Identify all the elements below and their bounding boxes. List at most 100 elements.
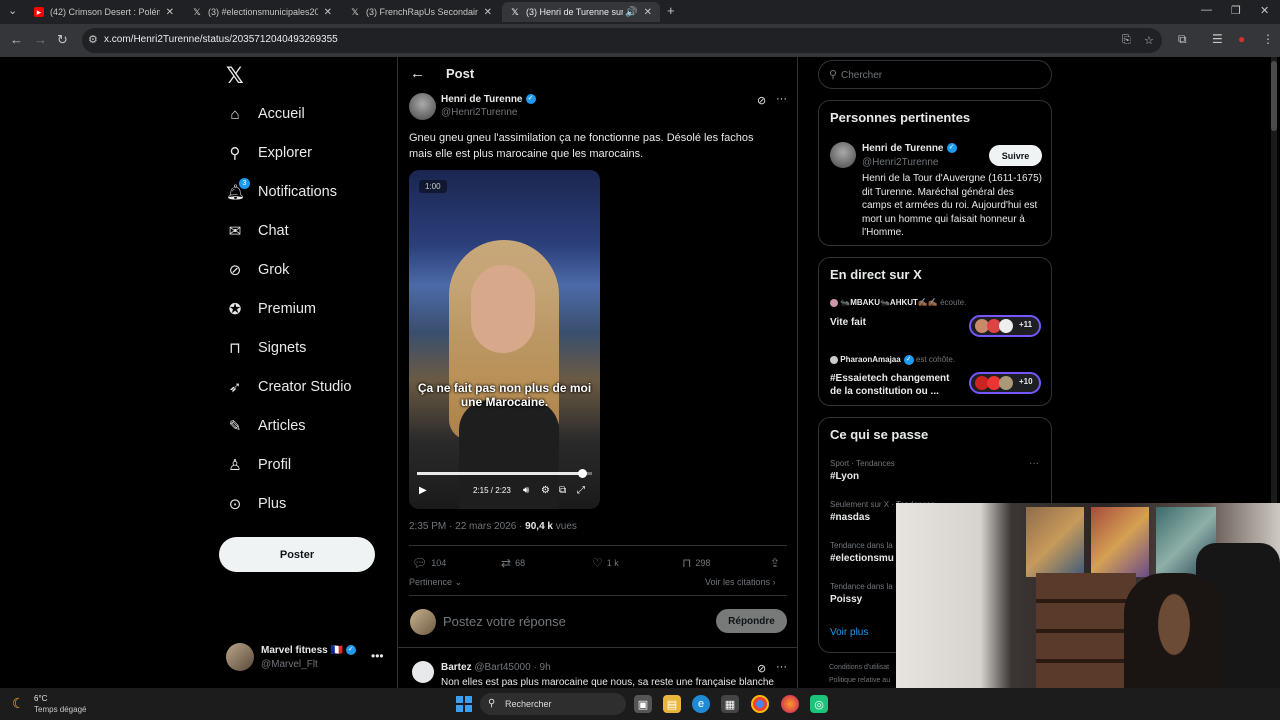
author-name[interactable]: Henri de Turenne bbox=[441, 94, 523, 105]
weather-desc[interactable]: Temps dégagé bbox=[34, 705, 86, 714]
comment-author[interactable]: Bartez @Bart45000 · 9h bbox=[441, 662, 551, 673]
nav-explorer[interactable]: ⚲ Explorer bbox=[226, 139, 313, 167]
restore-icon[interactable]: ❐ bbox=[1231, 4, 1241, 17]
new-tab-icon[interactable]: + bbox=[667, 3, 675, 18]
view-count: 90,4 k bbox=[525, 521, 553, 532]
close-window-icon[interactable]: ✕ bbox=[1260, 4, 1269, 17]
settings-icon[interactable]: ⚙ bbox=[541, 485, 550, 496]
chrome-icon[interactable] bbox=[751, 695, 769, 713]
bookmark-button[interactable]: ⊓ 298 bbox=[682, 556, 710, 570]
grok-icon[interactable]: ⊘ bbox=[757, 662, 766, 675]
live-host[interactable]: PharaonAmajaa ✓ est cohôte. bbox=[830, 355, 955, 365]
nav-chat[interactable]: ✉ Chat bbox=[226, 217, 289, 245]
close-tab-icon[interactable]: ✕ bbox=[166, 7, 174, 18]
trend-item[interactable]: #electionsmu bbox=[830, 553, 894, 564]
trend-item[interactable]: #nasdas bbox=[830, 512, 870, 523]
pip-icon[interactable]: ⧉ bbox=[559, 485, 566, 496]
reply-submit-button[interactable]: Répondre bbox=[716, 609, 787, 633]
trend-item[interactable]: Poissy bbox=[830, 594, 862, 605]
close-tab-icon[interactable]: ✕ bbox=[484, 7, 492, 18]
like-button[interactable]: ♡ 1 k bbox=[592, 556, 619, 570]
firefox-icon[interactable] bbox=[781, 695, 799, 713]
reply-button[interactable]: 💬︎ 104 bbox=[412, 556, 446, 570]
avatar[interactable] bbox=[830, 142, 856, 168]
video-player[interactable]: 1:00 Ça ne fait pas non plus de moi une … bbox=[409, 170, 600, 509]
speaker-icon[interactable]: 🔊 bbox=[625, 7, 637, 18]
bookmark-star-icon[interactable]: ☆ bbox=[1144, 34, 1154, 47]
search-input[interactable]: ⚲ Chercher bbox=[818, 60, 1052, 89]
comment-text: Non elles est pas plus marocaine que nou… bbox=[441, 677, 774, 688]
show-more-link[interactable]: Voir plus bbox=[830, 627, 868, 638]
grok-icon[interactable]: ⊘ bbox=[757, 94, 766, 107]
moon-weather-icon[interactable]: ☾ bbox=[12, 695, 25, 712]
account-switcher[interactable]: Marvel fitness 🇫🇷 ✓ @Marvel_Flt ••• bbox=[226, 643, 396, 673]
footer-link[interactable]: Conditions d'utilisat bbox=[829, 664, 889, 671]
taskbar-search[interactable]: ⚲ Rechercher bbox=[480, 693, 626, 715]
edge-icon[interactable]: e bbox=[692, 695, 710, 713]
nav-signets[interactable]: ⊓ Signets bbox=[226, 334, 306, 362]
play-icon[interactable]: ▶ bbox=[419, 485, 427, 496]
tab-search-icon[interactable]: ☰ bbox=[1212, 32, 1223, 46]
store-icon[interactable]: ▦ bbox=[721, 695, 739, 713]
reply-input[interactable]: Postez votre réponse bbox=[443, 614, 566, 629]
live-space-title[interactable]: Vite fait bbox=[830, 316, 960, 329]
nav-grok[interactable]: ⊘ Grok bbox=[226, 256, 290, 284]
nav-notifications[interactable]: 🔔︎ 3 Notifications bbox=[226, 178, 337, 206]
video-progress-bar[interactable] bbox=[417, 469, 592, 478]
browser-tab-4[interactable]: 𝕏 (3) Henri de Turenne sur X : " 🔊 ✕ bbox=[502, 2, 660, 22]
avatar[interactable] bbox=[412, 661, 434, 683]
menu-icon[interactable]: ⋮ bbox=[1262, 32, 1274, 46]
app-icon[interactable]: ◎ bbox=[810, 695, 828, 713]
more-icon[interactable]: ··· bbox=[1029, 458, 1039, 469]
sort-dropdown[interactable]: Pertinence ⌄ bbox=[409, 577, 462, 588]
fullscreen-icon[interactable]: ⤢ bbox=[577, 485, 585, 496]
live-space-title[interactable]: #Essaietech changement de la constitutio… bbox=[830, 372, 960, 398]
live-host[interactable]: 🐜MBAKU🐜AHKUT✍🏾✍🏾 écoute. bbox=[830, 298, 966, 307]
nav-premium[interactable]: ✪ Premium bbox=[226, 295, 316, 323]
post-button[interactable]: Poster bbox=[219, 537, 375, 572]
x-logo-icon[interactable]: 𝕏 bbox=[226, 63, 244, 89]
live-listeners-pill[interactable]: +11 bbox=[969, 315, 1041, 337]
share-button[interactable]: ⇪ bbox=[770, 556, 780, 570]
video-scrubber-handle[interactable] bbox=[577, 469, 587, 478]
cast-icon[interactable]: ⎘ bbox=[1122, 34, 1131, 47]
back-arrow-icon[interactable]: ← bbox=[410, 65, 425, 82]
avatar bbox=[410, 609, 436, 635]
footer-link[interactable]: Politique relative au bbox=[829, 677, 890, 684]
extensions-icon[interactable]: ⧉ bbox=[1178, 32, 1187, 47]
close-tab-icon[interactable]: ✕ bbox=[324, 7, 332, 18]
back-icon[interactable]: ← bbox=[10, 32, 23, 47]
task-view-icon[interactable]: ▣ bbox=[634, 695, 652, 713]
site-info-icon[interactable]: ⚙ bbox=[88, 33, 98, 46]
follow-button[interactable]: Suivre bbox=[989, 145, 1042, 166]
avatar[interactable] bbox=[409, 93, 436, 120]
repost-button[interactable]: ⇄ 68 bbox=[501, 556, 525, 570]
nav-accueil[interactable]: ⌂ Accueil bbox=[226, 100, 304, 128]
browser-tab-3[interactable]: 𝕏 (3) FrenchRapUs Secondaire 🦊 ✕ bbox=[342, 2, 500, 22]
trend-item[interactable]: #Lyon bbox=[830, 471, 859, 482]
windows-start-icon[interactable] bbox=[456, 696, 472, 712]
author-handle[interactable]: @Henri2Turenne bbox=[441, 107, 517, 118]
more-icon[interactable]: ··· bbox=[776, 93, 787, 105]
browser-tab-1[interactable]: ▸ (42) Crimson Desert : Polémique ✕ bbox=[26, 2, 182, 22]
nav-profil[interactable]: ♙ Profil bbox=[226, 451, 291, 479]
nav-articles[interactable]: ✎ Articles bbox=[226, 412, 306, 440]
file-explorer-icon[interactable]: ▤ bbox=[663, 695, 681, 713]
close-tab-icon[interactable]: ✕ bbox=[644, 7, 652, 18]
tab-list-icon[interactable]: ⌄ bbox=[8, 4, 17, 17]
scrollbar-thumb[interactable] bbox=[1271, 61, 1277, 131]
profile-icon[interactable]: ● bbox=[1238, 32, 1245, 46]
nav-creator-studio[interactable]: ➶ Creator Studio bbox=[226, 373, 352, 401]
minimize-icon[interactable]: — bbox=[1201, 4, 1212, 16]
live-listeners-pill[interactable]: +10 bbox=[969, 372, 1041, 394]
nav-plus[interactable]: ⊙ Plus bbox=[226, 490, 287, 518]
browser-tab-2[interactable]: 𝕏 (3) #electionsmunicipales2026 ✕ bbox=[184, 2, 340, 22]
weather-temp[interactable]: 6°C bbox=[34, 694, 47, 703]
volume-icon[interactable]: 🔊︎ bbox=[523, 485, 529, 496]
view-quotes-link[interactable]: Voir les citations › bbox=[705, 577, 776, 587]
reload-icon[interactable]: ↻ bbox=[57, 32, 68, 48]
more-icon[interactable]: ••• bbox=[371, 649, 384, 663]
forward-icon[interactable]: → bbox=[34, 32, 47, 47]
more-icon[interactable]: ··· bbox=[776, 661, 787, 673]
address-bar[interactable]: ⚙ x.com/Henri2Turenne/status/20357120404… bbox=[82, 28, 1162, 53]
